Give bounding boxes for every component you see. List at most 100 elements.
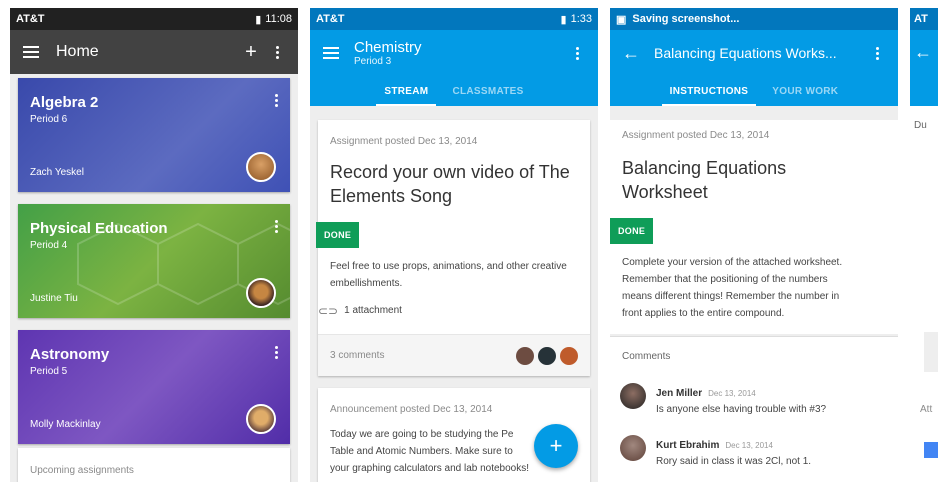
add-post-button[interactable]: + <box>534 424 578 468</box>
more-vert-icon[interactable] <box>275 220 278 233</box>
upcoming-label: Upcoming assignments <box>30 465 134 476</box>
assignment-card[interactable]: Assignment posted Dec 13, 2014 Record yo… <box>316 120 590 376</box>
app-header: ← <box>910 30 938 106</box>
cropped-screen: AT ← Du Att <box>910 8 938 482</box>
add-icon[interactable]: + <box>238 39 264 65</box>
back-arrow-icon[interactable]: ← <box>618 40 644 66</box>
more-vert-icon[interactable] <box>275 346 278 359</box>
attachment-label: 1 attachment <box>344 305 402 316</box>
avatar <box>516 346 534 365</box>
instructions-line: Remember that the positioning of the num… <box>622 274 828 285</box>
comments-section: Comments Jen Miller Dec 13, 2014 Is anyon… <box>610 336 898 482</box>
comments-footer[interactable]: 3 comments <box>318 334 590 376</box>
placeholder-block <box>924 332 938 372</box>
class-card-astronomy[interactable]: Astronomy Period 5 Molly Mackinlay <box>18 330 290 444</box>
comment-item[interactable]: Kurt Ebrahim Dec 13, 2014 Rory said in cl… <box>620 435 888 467</box>
class-period: Period 4 <box>30 240 68 251</box>
app-header: ← Balancing Equations Works... INSTRUCTI… <box>610 30 898 106</box>
tab-bar: STREAM CLASSMATES <box>310 76 598 106</box>
status-icons: ▮ 1:33 <box>561 13 592 26</box>
status-bar: ▣ Saving screenshot... <box>610 8 898 30</box>
comment-author: Jen Miller <box>656 388 703 399</box>
avatar <box>620 435 646 461</box>
avatar <box>246 152 276 182</box>
class-period: Period 6 <box>30 114 68 125</box>
due-label: Du <box>914 120 927 131</box>
screenshot-collage: AT&T ▮ 11:08 Home + Algebra 2 Period 6 Z… <box>0 0 938 489</box>
time-label: 1:33 <box>570 13 592 25</box>
more-vert-icon[interactable] <box>264 39 290 65</box>
instructions-line: front applies to the entire compound. <box>622 308 785 319</box>
assignment-meta: Assignment posted Dec 13, 2014 <box>330 136 478 147</box>
upcoming-card[interactable]: Upcoming assignments <box>18 448 290 482</box>
instructions-card: Assignment posted Dec 13, 2014 Balancing… <box>610 120 898 334</box>
chemistry-stream-screen: AT&T ▮ 1:33 Chemistry Period 3 STREAM CL… <box>310 8 598 482</box>
heading-line: Worksheet <box>622 182 708 202</box>
carrier-label: AT <box>914 13 928 25</box>
tab-instructions[interactable]: INSTRUCTIONS <box>661 76 756 106</box>
instructions-line: Complete your version of the attached wo… <box>622 257 843 268</box>
avatar <box>246 404 276 434</box>
assignment-meta: Assignment posted Dec 13, 2014 <box>622 130 770 141</box>
class-card-algebra[interactable]: Algebra 2 Period 6 Zach Yeskel <box>18 78 290 192</box>
instructions-line: means different things! Remember the num… <box>622 291 840 302</box>
status-bar: AT <box>910 8 938 30</box>
app-bar: Home + <box>10 30 298 74</box>
tab-stream[interactable]: STREAM <box>376 76 437 106</box>
commenter-avatars <box>516 346 578 365</box>
assignment-title: Balancing Equations Works... <box>654 45 837 61</box>
comments-count: 3 comments <box>330 350 385 361</box>
app-bar: ← Balancing Equations Works... <box>610 30 898 76</box>
done-badge-wrap: DONE <box>316 222 360 248</box>
menu-icon[interactable] <box>18 39 44 65</box>
avatar <box>538 346 556 365</box>
time-label: 11:08 <box>265 13 292 25</box>
more-vert-icon[interactable] <box>864 40 890 66</box>
more-vert-icon[interactable] <box>275 94 278 107</box>
tab-classmates[interactable]: CLASSMATES <box>452 76 523 106</box>
instructions-body: Complete your version of the attached wo… <box>622 254 842 322</box>
class-teacher: Molly Mackinlay <box>30 419 101 430</box>
done-badge-wrap: DONE <box>610 218 654 244</box>
signal-icon: ▮ <box>255 13 262 26</box>
comment-item[interactable]: Jen Miller Dec 13, 2014 Is anyone else ha… <box>620 383 888 415</box>
assignment-title: Record your own video of The Elements So… <box>330 162 570 206</box>
page-title: Home <box>56 43 99 60</box>
home-screen: AT&T ▮ 11:08 Home + Algebra 2 Period 6 Z… <box>10 8 298 482</box>
menu-icon[interactable] <box>318 40 344 66</box>
avatar <box>246 278 276 308</box>
doc-icon[interactable] <box>924 442 938 458</box>
comment-author: Kurt Ebrahim <box>656 440 720 451</box>
screenshot-icon: ▣ <box>616 13 627 26</box>
back-arrow-icon[interactable]: ← <box>914 42 932 62</box>
status-bar: AT&T ▮ 11:08 <box>10 8 298 30</box>
attachment-row[interactable]: ⊂⊃ 1 attachment <box>318 302 402 319</box>
class-card-physical-education[interactable]: Physical Education Period 4 Justine Tiu <box>18 204 290 318</box>
comments-header: Comments <box>622 351 671 362</box>
status-message: Saving screenshot... <box>632 13 740 25</box>
status-badge: DONE <box>610 218 654 244</box>
status-badge: DONE <box>316 222 360 248</box>
class-name: Astronomy <box>30 346 110 363</box>
comment-text: Rory said in class it was 2Cl, not 1. <box>656 456 812 467</box>
class-name: Algebra 2 <box>30 94 99 111</box>
class-heading: Chemistry Period 3 <box>354 39 564 67</box>
comment-date: Dec 13, 2014 <box>725 441 773 450</box>
heading-line: Balancing Equations <box>622 158 787 178</box>
attachments-label: Att <box>920 404 933 415</box>
comment-content: Jen Miller Dec 13, 2014 Is anyone else ha… <box>656 383 826 415</box>
assignment-detail-screen: ▣ Saving screenshot... ← Balancing Equat… <box>610 8 898 482</box>
class-period: Period 5 <box>30 366 68 377</box>
comment-date: Dec 13, 2014 <box>708 389 756 398</box>
assignment-body: Feel free to use props, animations, and … <box>330 261 567 289</box>
tab-your-work[interactable]: YOUR WORK <box>772 76 838 106</box>
status-icons: ▮ 11:08 <box>255 13 292 26</box>
more-vert-icon[interactable] <box>564 40 590 66</box>
class-teacher: Zach Yeskel <box>30 167 84 178</box>
avatar <box>560 346 578 365</box>
tab-bar: INSTRUCTIONS YOUR WORK <box>610 76 898 106</box>
carrier-label: AT&T <box>316 13 345 25</box>
announcement-meta: Announcement posted Dec 13, 2014 <box>330 404 493 415</box>
content-area: Du Att <box>910 106 938 482</box>
comment-content: Kurt Ebrahim Dec 13, 2014 Rory said in cl… <box>656 435 811 467</box>
